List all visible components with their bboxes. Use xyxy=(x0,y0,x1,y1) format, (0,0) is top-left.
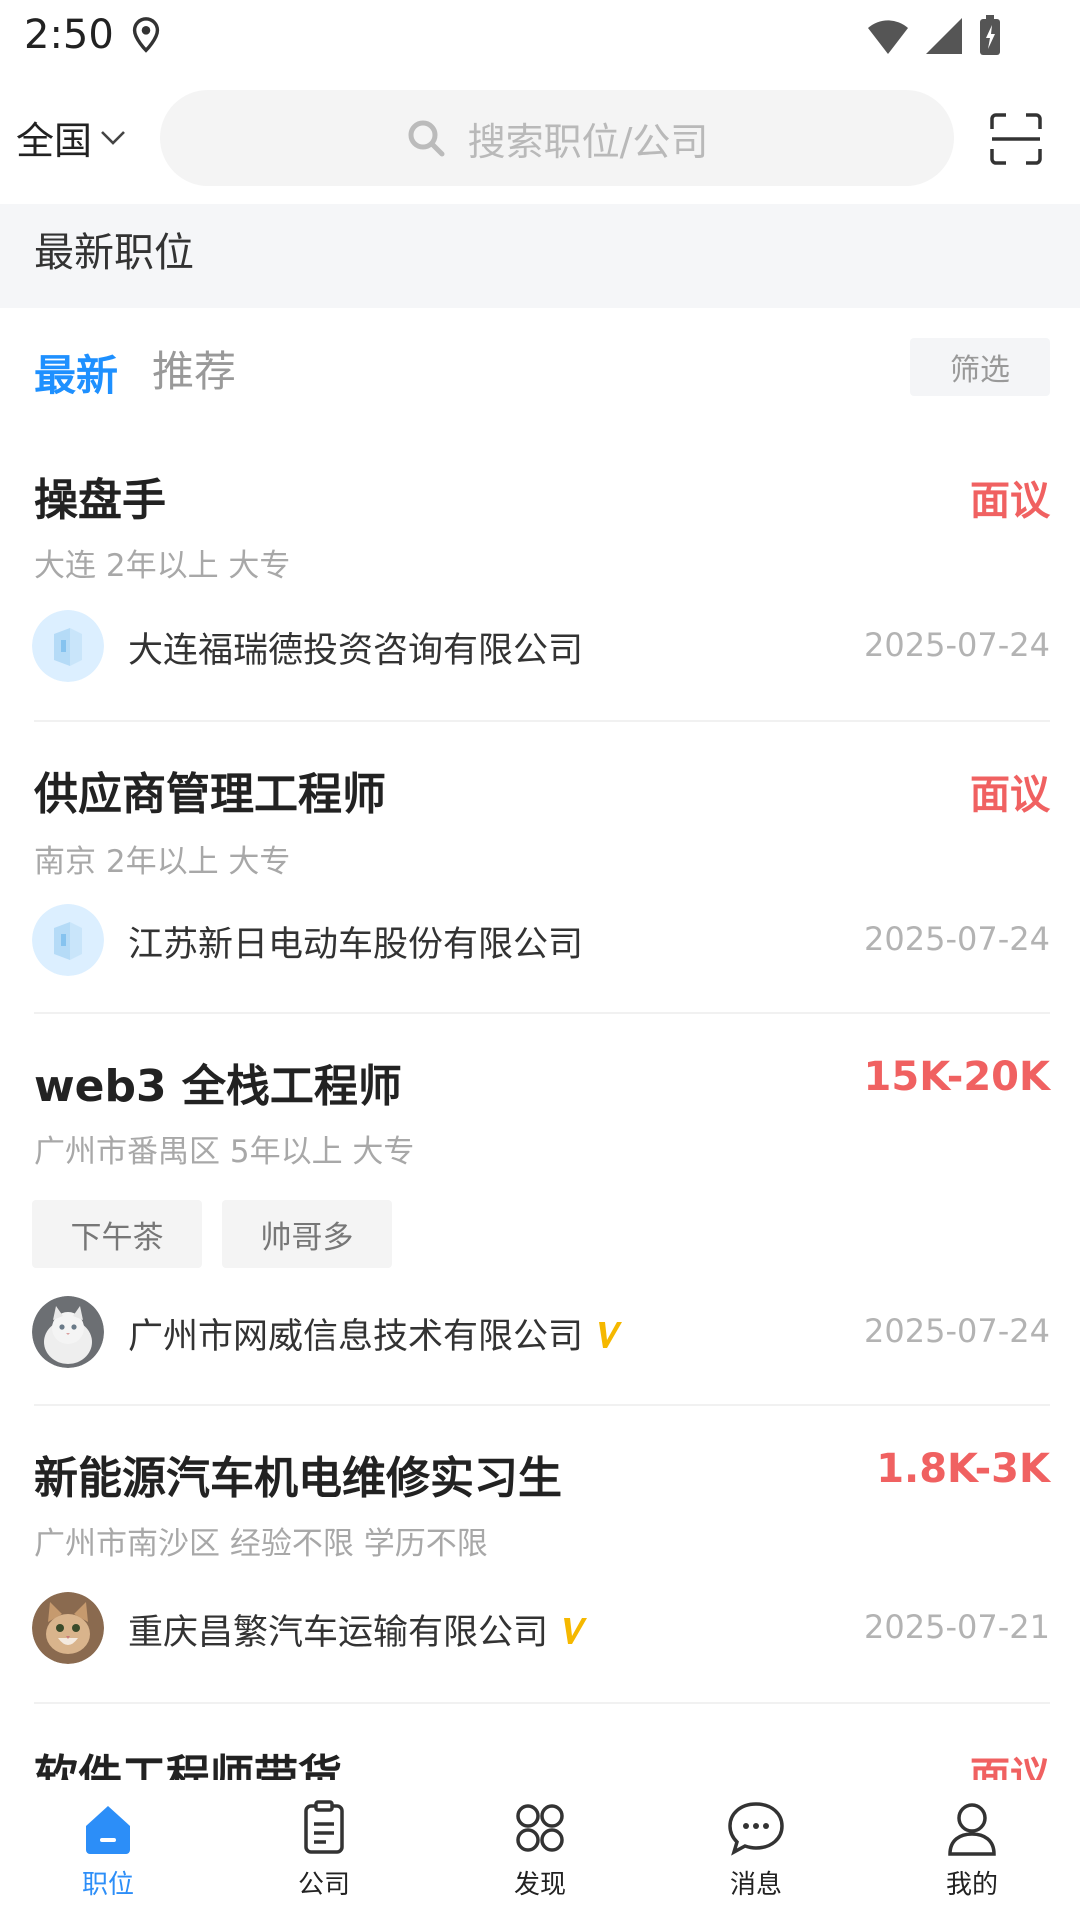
battery-icon xyxy=(980,15,1000,55)
user-icon xyxy=(948,1803,996,1856)
search-placeholder: 搜索职位/公司 xyxy=(467,119,709,164)
post-date: 2025-07-24 xyxy=(864,626,1050,664)
chevron-down-icon xyxy=(101,131,125,145)
company-name: 重庆昌繁汽车运输有限公司 xyxy=(128,1604,588,1655)
job-tag: 帅哥多 xyxy=(222,1200,392,1268)
job-card[interactable]: 供应商管理工程师 面议 南京 2年以上 大专 江苏新日电动车股份有限公司 202… xyxy=(32,722,1050,1014)
company-row[interactable]: 广州市网威信息技术有限公司 2025-07-24 xyxy=(32,1296,1050,1370)
company-name: 大连福瑞德投资咨询有限公司 xyxy=(128,622,583,673)
nav-label: 公司 xyxy=(297,1870,350,1900)
nav-label: 我的 xyxy=(945,1870,998,1900)
post-date: 2025-07-24 xyxy=(864,920,1050,958)
nav-messages[interactable]: 消息 xyxy=(648,1780,864,1920)
verified-icon xyxy=(599,1321,623,1348)
job-title: 供应商管理工程师 xyxy=(34,769,386,820)
status-time: 2:50 xyxy=(24,12,114,58)
tab-recommend[interactable]: 推荐 xyxy=(152,338,236,399)
job-tags: 下午茶 帅哥多 xyxy=(32,1200,392,1268)
tab-latest[interactable]: 最新 xyxy=(34,342,118,403)
company-logo xyxy=(32,1296,104,1368)
kitten-avatar-icon xyxy=(32,1592,104,1664)
grid-icon xyxy=(516,1804,564,1852)
job-title: web3 全栈工程师 xyxy=(34,1061,402,1112)
company-row[interactable]: 重庆昌繁汽车运输有限公司 2025-07-21 xyxy=(32,1592,1050,1666)
job-title: 软件工程师带货 xyxy=(34,1751,342,1780)
post-date: 2025-07-24 xyxy=(864,1312,1050,1350)
company-name: 广州市网威信息技术有限公司 xyxy=(128,1308,623,1359)
job-list: 操盘手 面议 大连 2年以上 大专 大连福瑞德投资咨询有限公司 2025-07-… xyxy=(0,430,1080,1780)
search-header: 全国 搜索职位/公司 xyxy=(0,88,1080,188)
job-card[interactable]: web3 全栈工程师 15K-20K 广州市番禺区 5年以上 大专 下午茶 帅哥… xyxy=(32,1014,1050,1406)
status-icons xyxy=(866,14,1002,58)
job-tabs: 最新 推荐 筛选 xyxy=(0,330,1080,404)
nav-me[interactable]: 我的 xyxy=(864,1780,1080,1920)
nav-label: 消息 xyxy=(729,1870,782,1900)
company-name-text: 重庆昌繁汽车运输有限公司 xyxy=(128,1613,549,1653)
job-salary: 面议 xyxy=(970,1754,1050,1780)
job-meta: 南京 2年以上 大专 xyxy=(34,844,291,880)
job-card[interactable]: 新能源汽车机电维修实习生 1.8K-3K 广州市南沙区 经验不限 学历不限 重庆… xyxy=(32,1406,1050,1704)
section-title: 最新职位 xyxy=(34,230,194,276)
building-logo-icon xyxy=(32,610,104,682)
post-date: 2025-07-21 xyxy=(864,1608,1050,1646)
job-meta: 广州市南沙区 经验不限 学历不限 xyxy=(34,1526,488,1562)
search-input[interactable]: 搜索职位/公司 xyxy=(160,90,954,186)
filter-button[interactable]: 筛选 xyxy=(910,338,1050,396)
nav-discover[interactable]: 发现 xyxy=(432,1780,648,1920)
nav-label: 发现 xyxy=(513,1870,566,1900)
company-logo xyxy=(32,1592,104,1664)
company-name-text: 江苏新日电动车股份有限公司 xyxy=(128,925,584,965)
wifi-icon xyxy=(868,20,908,54)
job-tag: 下午茶 xyxy=(32,1200,202,1268)
job-meta: 广州市番禺区 5年以上 大专 xyxy=(34,1134,415,1170)
company-logo xyxy=(32,610,104,682)
signal-icon xyxy=(926,18,962,54)
location-icon xyxy=(132,17,160,53)
section-band: 最新职位 xyxy=(0,204,1080,308)
nav-jobs[interactable]: 职位 xyxy=(0,1780,216,1920)
job-salary: 面议 xyxy=(970,478,1050,524)
clipboard-icon xyxy=(304,1800,344,1854)
job-meta: 大连 2年以上 大专 xyxy=(34,548,291,584)
search-icon xyxy=(408,120,445,157)
company-row[interactable]: 江苏新日电动车股份有限公司 2025-07-24 xyxy=(32,904,1050,978)
job-title: 新能源汽车机电维修实习生 xyxy=(34,1453,562,1504)
job-card[interactable]: 软件工程师带货 面议 xyxy=(34,1704,1050,1780)
job-card[interactable]: 操盘手 面议 大连 2年以上 大专 大连福瑞德投资咨询有限公司 2025-07-… xyxy=(32,430,1050,722)
job-title: 操盘手 xyxy=(34,475,166,526)
company-name: 江苏新日电动车股份有限公司 xyxy=(128,916,583,967)
company-logo xyxy=(32,904,104,976)
building-logo-icon xyxy=(32,904,104,976)
company-row[interactable]: 大连福瑞德投资咨询有限公司 2025-07-24 xyxy=(32,610,1050,684)
home-icon xyxy=(86,1806,130,1854)
company-name-text: 大连福瑞德投资咨询有限公司 xyxy=(128,631,584,671)
job-salary: 15K-20K xyxy=(863,1054,1050,1100)
job-salary: 1.8K-3K xyxy=(876,1446,1050,1492)
verified-icon xyxy=(564,1617,588,1644)
chat-icon xyxy=(728,1802,784,1856)
job-salary: 面议 xyxy=(970,772,1050,818)
region-selector[interactable]: 全国 xyxy=(16,112,128,163)
status-bar: 2:50 xyxy=(0,0,1080,72)
nav-label: 职位 xyxy=(81,1870,134,1900)
scan-icon[interactable] xyxy=(990,113,1042,165)
region-label: 全国 xyxy=(16,118,93,163)
bottom-nav: 职位 公司 发现 消息 我的 xyxy=(0,1780,1080,1920)
cat-avatar-icon xyxy=(32,1296,104,1368)
nav-company[interactable]: 公司 xyxy=(216,1780,432,1920)
company-name-text: 广州市网威信息技术有限公司 xyxy=(128,1317,584,1357)
